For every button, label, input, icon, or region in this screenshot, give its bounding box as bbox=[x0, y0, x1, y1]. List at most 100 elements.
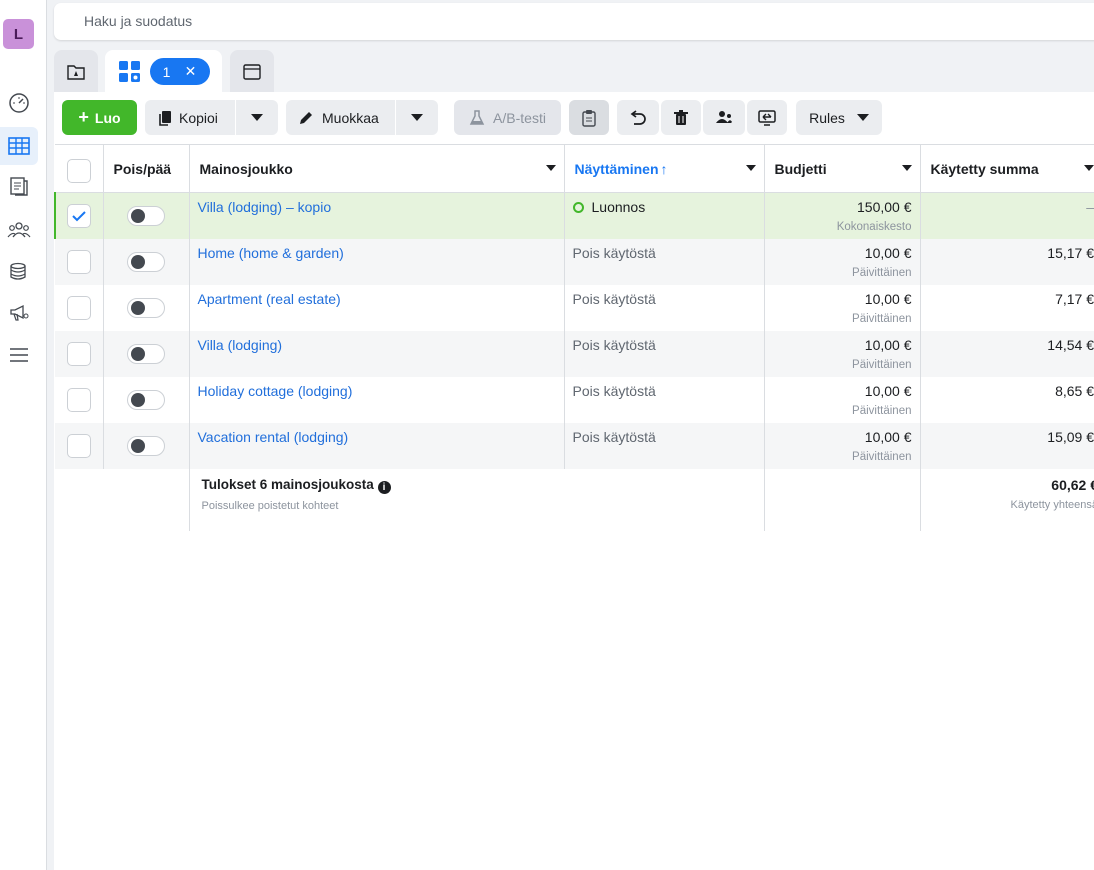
budget-column-menu-icon[interactable] bbox=[901, 165, 912, 171]
delivery-status: Pois käytöstä bbox=[572, 245, 656, 261]
megaphone-icon[interactable] bbox=[0, 294, 38, 332]
left-nav-rail: L bbox=[0, 0, 47, 870]
name-column-menu-icon[interactable] bbox=[545, 165, 556, 171]
tab-ad-sets[interactable]: 1 ✕ bbox=[105, 50, 222, 93]
clipboard-button[interactable] bbox=[569, 100, 609, 135]
row-checkbox[interactable] bbox=[66, 250, 91, 274]
trash-icon bbox=[674, 109, 688, 125]
info-icon[interactable]: i bbox=[377, 481, 391, 494]
row-name-cell: Villa (lodging) – kopio bbox=[189, 192, 565, 239]
toggle-column-header[interactable]: Pois/pää bbox=[103, 144, 190, 193]
create-button[interactable]: + Luo bbox=[62, 100, 137, 135]
name-column-header[interactable]: Mainosjoukko bbox=[189, 144, 565, 193]
people-icon bbox=[716, 110, 732, 123]
ad-set-name-link[interactable]: Vacation rental (lodging) bbox=[198, 429, 349, 445]
spent-header-label: Käytetty summa bbox=[930, 160, 1039, 177]
row-budget-cell[interactable]: 10,00 € Päivittäinen bbox=[764, 285, 921, 331]
row-checkbox[interactable] bbox=[66, 434, 91, 458]
delivery-status: Pois käytöstä bbox=[572, 337, 656, 353]
row-budget-cell[interactable]: 10,00 € Päivittäinen bbox=[764, 331, 921, 377]
table-row[interactable]: Villa (lodging) – kopio Luonnos 150,00 € Ko… bbox=[54, 192, 1094, 239]
row-name-cell: Holiday cottage (lodging) bbox=[189, 377, 565, 423]
speedometer-icon[interactable] bbox=[0, 84, 38, 122]
row-select-cell[interactable] bbox=[55, 423, 104, 469]
budget-amount: 10,00 € bbox=[864, 337, 912, 353]
spent-column-menu-icon[interactable] bbox=[1084, 165, 1094, 171]
results-summary: Tulokset 6 mainosjoukosta i bbox=[202, 477, 561, 494]
row-spent-cell: 15,17 € bbox=[920, 239, 1094, 285]
row-checkbox[interactable] bbox=[66, 296, 91, 320]
copy-dropdown-icon[interactable] bbox=[236, 114, 278, 121]
on-off-toggle[interactable] bbox=[127, 206, 165, 226]
copy-button[interactable]: Kopioi bbox=[145, 100, 278, 135]
delivery-column-header[interactable]: Näyttäminen ↑ bbox=[564, 144, 765, 193]
pages-icon[interactable] bbox=[0, 167, 38, 205]
draft-status-icon bbox=[572, 202, 584, 213]
row-toggle-cell bbox=[103, 239, 190, 285]
create-label: Luo bbox=[94, 109, 121, 126]
selection-pill[interactable]: 1 ✕ bbox=[149, 58, 210, 85]
row-toggle-cell bbox=[103, 423, 190, 469]
row-budget-cell[interactable]: 10,00 € Päivittäinen bbox=[764, 377, 921, 423]
account-avatar[interactable]: L bbox=[3, 19, 34, 49]
on-off-toggle[interactable] bbox=[127, 298, 165, 318]
undo-button[interactable] bbox=[617, 100, 659, 135]
table-row[interactable]: Holiday cottage (lodging) Pois käytöstä 10… bbox=[55, 377, 1094, 423]
audience-share-button[interactable] bbox=[703, 100, 745, 135]
delivery-column-menu-icon[interactable] bbox=[745, 165, 756, 171]
row-select-cell[interactable] bbox=[55, 377, 104, 423]
select-all-header[interactable] bbox=[55, 144, 104, 193]
row-select-cell[interactable] bbox=[54, 192, 104, 239]
table-row[interactable]: Villa (lodging) Pois käytöstä 10,00 € Päivi… bbox=[55, 331, 1094, 377]
tab-campaigns[interactable] bbox=[54, 50, 98, 93]
table-row[interactable]: Apartment (real estate) Pois käytöstä 10,0… bbox=[55, 285, 1094, 331]
budget-type: Päivittäinen bbox=[852, 405, 912, 417]
row-budget-cell[interactable]: 150,00 € Kokonaiskesto bbox=[764, 192, 921, 239]
search-input[interactable]: Haku ja suodatus bbox=[54, 3, 1094, 40]
clear-selection-icon[interactable]: ✕ bbox=[185, 63, 197, 80]
row-name-cell: Apartment (real estate) bbox=[189, 285, 565, 331]
ad-set-name-link[interactable]: Home (home & garden) bbox=[198, 245, 344, 261]
ab-test-button[interactable]: A/B-testi bbox=[454, 100, 561, 135]
database-icon[interactable] bbox=[0, 253, 38, 291]
budget-type: Päivittäinen bbox=[852, 267, 912, 279]
row-select-cell[interactable] bbox=[55, 331, 104, 377]
edit-label: Muokkaa bbox=[322, 109, 379, 126]
on-off-toggle[interactable] bbox=[127, 436, 165, 456]
rules-button[interactable]: Rules bbox=[796, 100, 882, 135]
on-off-toggle[interactable] bbox=[127, 252, 165, 272]
row-delivery-cell: Pois käytöstä bbox=[564, 377, 765, 423]
row-select-cell[interactable] bbox=[55, 285, 104, 331]
row-checkbox[interactable] bbox=[67, 204, 92, 228]
table-row[interactable]: Vacation rental (lodging) Pois käytöstä 10… bbox=[55, 423, 1094, 469]
row-checkbox[interactable] bbox=[66, 342, 91, 366]
results-footer-row: Tulokset 6 mainosjoukosta i Poissulkee p… bbox=[55, 469, 1094, 531]
ad-set-name-link[interactable]: Apartment (real estate) bbox=[198, 291, 341, 307]
row-select-cell[interactable] bbox=[55, 239, 104, 285]
edit-dropdown-icon[interactable] bbox=[396, 114, 438, 121]
ad-set-name-link[interactable]: Villa (lodging) bbox=[198, 337, 283, 353]
row-toggle-cell bbox=[103, 285, 190, 331]
preview-button[interactable] bbox=[747, 100, 787, 135]
table-icon[interactable] bbox=[0, 127, 38, 165]
ad-set-name-link[interactable]: Holiday cottage (lodging) bbox=[198, 383, 353, 399]
table-row[interactable]: Home (home & garden) Pois käytöstä 10,00 €… bbox=[55, 239, 1094, 285]
on-off-toggle[interactable] bbox=[127, 344, 165, 364]
row-name-cell: Home (home & garden) bbox=[189, 239, 565, 285]
ad-set-name-link[interactable]: Villa (lodging) – kopio bbox=[198, 199, 332, 215]
spent-column-header[interactable]: Käytetty summa bbox=[920, 144, 1094, 193]
budget-amount: 10,00 € bbox=[864, 429, 912, 445]
row-budget-cell[interactable]: 10,00 € Päivittäinen bbox=[764, 239, 921, 285]
delete-button[interactable] bbox=[661, 100, 701, 135]
on-off-toggle[interactable] bbox=[127, 390, 165, 410]
menu-icon[interactable] bbox=[0, 336, 38, 374]
row-checkbox[interactable] bbox=[66, 388, 91, 412]
amount-spent: 14,54 € bbox=[1047, 337, 1094, 353]
tab-ads[interactable] bbox=[230, 50, 274, 93]
budget-column-header[interactable]: Budjetti bbox=[764, 144, 921, 193]
row-budget-cell[interactable]: 10,00 € Päivittäinen bbox=[764, 423, 921, 469]
budget-header-label: Budjetti bbox=[774, 160, 827, 177]
select-all-checkbox[interactable] bbox=[66, 159, 91, 183]
audience-icon[interactable] bbox=[0, 211, 38, 249]
edit-button[interactable]: Muokkaa bbox=[286, 100, 438, 135]
